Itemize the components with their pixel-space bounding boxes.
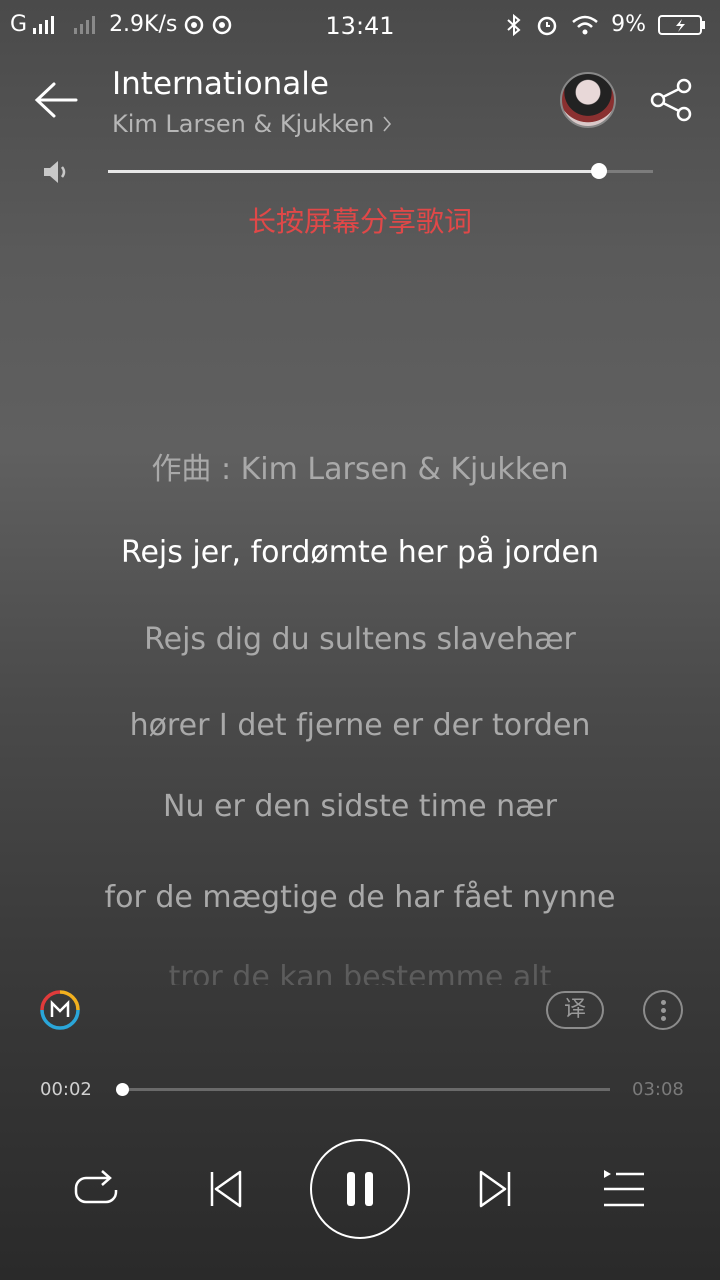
translate-button[interactable]: 译 — [546, 991, 604, 1029]
lyrics-panel[interactable]: 作曲 : Kim Larsen & Kjukken Rejs jer, ford… — [0, 440, 720, 985]
lyric-line: 作曲 : Kim Larsen & Kjukken — [151, 452, 569, 487]
lyrics-tools: 译 — [0, 985, 720, 1035]
playback-controls — [0, 1138, 720, 1240]
lyric-line: Rejs dig du sultens slavehær — [144, 622, 576, 657]
back-arrow-icon[interactable] — [32, 78, 80, 122]
song-title: Internationale — [112, 66, 329, 102]
artist-name: Kim Larsen & Kjukken — [112, 110, 375, 138]
progress-knob[interactable] — [116, 1083, 130, 1096]
volume-control — [40, 154, 660, 190]
total-time: 03:08 — [632, 1079, 684, 1100]
alarm-icon — [537, 16, 557, 35]
share-lyrics-hint[interactable]: 长按屏幕分享歌词 — [0, 200, 720, 240]
volume-fill — [108, 170, 599, 173]
next-track-icon[interactable] — [475, 1169, 515, 1209]
status-right: 9% — [505, 12, 706, 37]
status-bar: G 2.9K/s 13:41 9% — [0, 0, 720, 50]
user-avatar[interactable] — [560, 72, 616, 128]
progress-slider[interactable] — [116, 1083, 610, 1096]
share-icon[interactable] — [648, 76, 696, 124]
playback-progress: 00:02 03:08 — [0, 1072, 720, 1108]
lyric-line: tror de kan bestemme alt — [168, 960, 552, 985]
lyric-line: hører I det fjerne er der torden — [129, 708, 591, 743]
song-header: Internationale Kim Larsen & Kjukken — [0, 60, 720, 150]
wifi-icon — [572, 15, 598, 34]
speaker-icon[interactable] — [40, 158, 74, 186]
repeat-icon[interactable] — [72, 1168, 120, 1212]
more-options-icon[interactable] — [643, 990, 683, 1030]
battery-percent: 9% — [611, 12, 646, 37]
battery-charging-icon — [658, 14, 705, 35]
previous-track-icon[interactable] — [206, 1169, 246, 1209]
m-logo-icon[interactable] — [40, 990, 80, 1030]
playlist-icon[interactable] — [602, 1167, 646, 1211]
lyric-line: for de mægtige de har fået nynne — [104, 880, 616, 915]
current-time: 00:02 — [40, 1079, 92, 1100]
pause-button[interactable] — [310, 1139, 410, 1239]
volume-slider[interactable] — [108, 163, 653, 179]
bluetooth-icon — [507, 13, 521, 36]
pause-icon — [347, 1172, 373, 1206]
artist-link[interactable]: Kim Larsen & Kjukken — [112, 110, 392, 138]
lyric-line: Nu er den sidste time nær — [163, 789, 557, 824]
volume-knob[interactable] — [590, 163, 607, 179]
chevron-right-icon — [383, 116, 392, 132]
lyric-line-current: Rejs jer, fordømte her på jorden — [120, 535, 600, 570]
